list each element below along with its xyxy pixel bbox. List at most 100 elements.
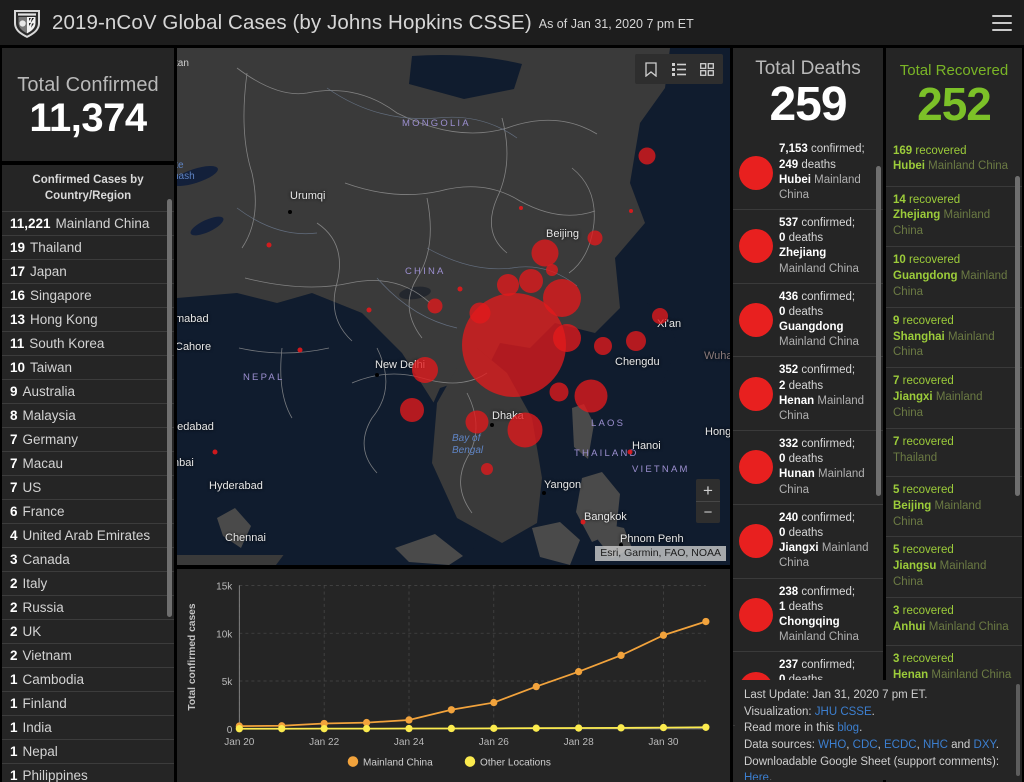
map-bubble[interactable] <box>427 298 443 314</box>
map-bubble[interactable] <box>546 264 558 276</box>
country-row[interactable]: 11,221 Mainland China <box>2 211 174 235</box>
chart-legend-label[interactable]: Mainland China <box>363 758 433 769</box>
chart-data-point[interactable] <box>532 682 540 691</box>
country-row[interactable]: 10 Taiwan <box>2 355 174 379</box>
country-row[interactable]: 1 Nepal <box>2 739 174 763</box>
map-bubble[interactable] <box>212 449 218 455</box>
recovered-list-scrollbar[interactable] <box>1015 176 1020 496</box>
map-bubble[interactable] <box>519 269 543 293</box>
chart-data-point[interactable] <box>405 716 413 724</box>
country-row[interactable]: 8 Malaysia <box>2 403 174 427</box>
country-row[interactable]: 4 United Arab Emirates <box>2 523 174 547</box>
deaths-list-scrollbar[interactable] <box>876 166 881 496</box>
map-bubble[interactable] <box>481 463 493 475</box>
chart-data-point[interactable] <box>617 651 625 660</box>
map-bubble-hubei[interactable] <box>462 293 566 397</box>
country-row[interactable]: 17 Japan <box>2 259 174 283</box>
recovered-row[interactable]: 9 recovered Shanghai Mainland China <box>886 306 1022 368</box>
country-row[interactable]: 2 UK <box>2 619 174 643</box>
chart-data-point[interactable] <box>447 724 456 733</box>
death-row[interactable]: 537 confirmed; 0 deaths Zhejiang Mainland … <box>733 209 883 283</box>
country-row[interactable]: 1 Philippines <box>2 763 174 782</box>
country-list-scrollbar[interactable] <box>167 199 172 617</box>
here-link[interactable]: Here <box>744 772 769 780</box>
map-bubble[interactable] <box>626 331 646 351</box>
map-bubble[interactable] <box>366 307 372 313</box>
legend-list-icon[interactable] <box>666 58 692 80</box>
map-bubble[interactable] <box>400 398 424 422</box>
map-bubble[interactable] <box>652 308 668 324</box>
country-row[interactable]: 9 Australia <box>2 379 174 403</box>
death-row[interactable]: 436 confirmed; 0 deaths Guangdong Mainland… <box>733 282 883 357</box>
chart-data-point[interactable] <box>405 724 413 733</box>
death-row[interactable]: 238 confirmed; 1 deaths Chongqing Mainland… <box>733 577 883 652</box>
map-bubble[interactable] <box>297 347 303 353</box>
death-row[interactable]: 7,153 confirmed; 249 deaths Hubei Mainland… <box>733 136 883 209</box>
recovered-row[interactable]: 5 recovered Jiangsu Mainland China <box>886 536 1022 597</box>
country-row[interactable]: 2 Italy <box>2 571 174 595</box>
chart-data-point[interactable] <box>532 724 540 732</box>
chart-data-point[interactable] <box>617 724 625 732</box>
map-bubble[interactable] <box>627 449 633 455</box>
country-row[interactable]: 1 Cambodia <box>2 667 174 691</box>
recovered-row[interactable]: 7 recovered Jiangxi Mainland China <box>886 367 1022 428</box>
country-row[interactable]: 3 Canada <box>2 547 174 571</box>
country-row[interactable]: 7 Germany <box>2 427 174 451</box>
chart-data-point[interactable] <box>490 724 498 733</box>
jhu-csse-link[interactable]: JHU CSSE <box>815 706 872 718</box>
footer-scrollbar[interactable] <box>1016 684 1020 776</box>
cdc-link[interactable]: CDC <box>853 739 878 751</box>
recovered-row[interactable]: 3 recovered Anhui Mainland China <box>886 597 1022 645</box>
chart-data-point[interactable] <box>362 724 371 733</box>
ecdc-link[interactable]: ECDC <box>884 739 917 751</box>
country-list[interactable]: 11,221 Mainland China 19 Thailand 17 Japan 16 S… <box>2 211 174 782</box>
map-bubble[interactable] <box>549 382 569 402</box>
map-bubble[interactable] <box>457 286 463 292</box>
chart-data-point[interactable] <box>575 668 583 676</box>
map-bubble[interactable] <box>266 242 272 248</box>
bookmark-icon[interactable] <box>638 58 664 80</box>
chart-data-point[interactable] <box>659 723 668 732</box>
blog-link[interactable]: blog <box>837 722 859 734</box>
recovered-row[interactable]: 7 recovered Thailand <box>886 427 1022 476</box>
country-row[interactable]: 1 India <box>2 715 174 739</box>
map-bubble[interactable] <box>629 209 633 213</box>
chart-data-point[interactable] <box>278 725 286 733</box>
chart-data-point[interactable] <box>235 725 243 733</box>
death-row[interactable]: 352 confirmed; 2 deaths Henan Mainland Chi… <box>733 356 883 430</box>
chart-data-point[interactable] <box>702 617 710 626</box>
who-link[interactable]: WHO <box>818 739 846 751</box>
chart-data-point[interactable] <box>447 706 456 714</box>
dxy-link[interactable]: DXY <box>974 739 996 751</box>
nhc-link[interactable]: NHC <box>923 739 948 751</box>
country-row[interactable]: 6 France <box>2 499 174 523</box>
map-bubble[interactable] <box>519 206 523 210</box>
country-row[interactable]: 2 Vietnam <box>2 643 174 667</box>
chart-data-point[interactable] <box>320 724 328 733</box>
death-row[interactable]: 240 confirmed; 0 deaths Jiangxi Mainland C… <box>733 503 883 578</box>
country-row[interactable]: 7 US <box>2 475 174 499</box>
country-row[interactable]: 2 Russia <box>2 595 174 619</box>
country-row[interactable]: 11 South Korea <box>2 331 174 355</box>
recovered-row[interactable]: 14 recovered Zhejiang Mainland China <box>886 185 1022 247</box>
map-bubble[interactable] <box>531 239 559 267</box>
map-bubble[interactable] <box>412 357 438 383</box>
zoom-out-button[interactable]: − <box>696 501 720 523</box>
country-row[interactable]: 1 Finland <box>2 691 174 715</box>
country-row[interactable]: 7 Macau <box>2 451 174 475</box>
chart-data-point[interactable] <box>659 631 668 639</box>
map-bubble[interactable] <box>638 147 656 165</box>
map-bubble[interactable] <box>580 519 586 525</box>
chart-data-point[interactable] <box>490 698 498 707</box>
map-bubble[interactable] <box>507 412 543 448</box>
chart-data-point[interactable] <box>575 724 583 732</box>
map-bubble[interactable] <box>465 410 489 434</box>
recovered-row[interactable]: 169 recovered Hubei Mainland China <box>886 138 1022 186</box>
case-map[interactable]: MONGOLIA CHINA NEPAL LAOS THAILAND VIETN… <box>177 48 730 565</box>
recovered-row[interactable]: 10 recovered Guangdong Mainland China <box>886 246 1022 307</box>
map-bubble[interactable] <box>587 230 603 246</box>
country-row[interactable]: 13 Hong Kong <box>2 307 174 331</box>
chart-data-point[interactable] <box>702 723 710 731</box>
recovered-row[interactable]: 5 recovered Beijing Mainland China <box>886 475 1022 537</box>
map-bubble[interactable] <box>594 337 612 355</box>
